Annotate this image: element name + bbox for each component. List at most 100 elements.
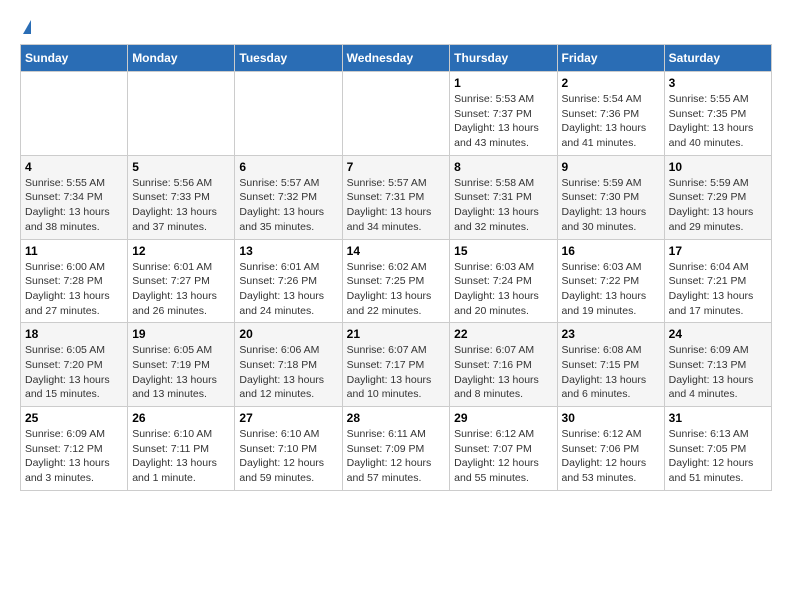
day-number: 4 <box>25 160 123 174</box>
day-number: 30 <box>562 411 660 425</box>
calendar-cell <box>342 72 450 156</box>
calendar-cell: 22 Sunrise: 6:07 AM Sunset: 7:16 PM Dayli… <box>450 323 557 407</box>
day-info: Sunrise: 6:03 AM Sunset: 7:24 PM Dayligh… <box>454 260 552 319</box>
calendar-cell: 2Sunrise: 5:54 AM Sunset: 7:36 PM Daylig… <box>557 72 664 156</box>
calendar-header-saturday: Saturday <box>664 45 771 72</box>
calendar-cell: 27 Sunrise: 6:10 AM Sunset: 7:10 PM Dayli… <box>235 407 342 491</box>
day-number: 16 <box>562 244 660 258</box>
calendar-cell: 16Sunrise: 6:03 AM Sunset: 7:22 PM Dayli… <box>557 239 664 323</box>
day-number: 17 <box>669 244 767 258</box>
day-number: 11 <box>25 244 123 258</box>
calendar-cell <box>21 72 128 156</box>
calendar-header-tuesday: Tuesday <box>235 45 342 72</box>
calendar-cell: 29 Sunrise: 6:12 AM Sunset: 7:07 PM Dayli… <box>450 407 557 491</box>
calendar-header-wednesday: Wednesday <box>342 45 450 72</box>
day-info: Sunrise: 6:01 AM Sunset: 7:27 PM Dayligh… <box>132 260 230 319</box>
day-number: 13 <box>239 244 337 258</box>
calendar-cell: 7 Sunrise: 5:57 AM Sunset: 7:31 PM Daylig… <box>342 155 450 239</box>
calendar-cell: 9Sunrise: 5:59 AM Sunset: 7:30 PM Daylig… <box>557 155 664 239</box>
page-header <box>20 20 772 34</box>
calendar-cell: 26Sunrise: 6:10 AM Sunset: 7:11 PM Dayli… <box>128 407 235 491</box>
calendar-cell: 31 Sunrise: 6:13 AM Sunset: 7:05 PM Dayli… <box>664 407 771 491</box>
calendar-header-row: SundayMondayTuesdayWednesdayThursdayFrid… <box>21 45 772 72</box>
day-info: Sunrise: 6:02 AM Sunset: 7:25 PM Dayligh… <box>347 260 446 319</box>
calendar-cell: 4Sunrise: 5:55 AM Sunset: 7:34 PM Daylig… <box>21 155 128 239</box>
calendar-cell: 19 Sunrise: 6:05 AM Sunset: 7:19 PM Dayli… <box>128 323 235 407</box>
day-info: Sunrise: 5:57 AM Sunset: 7:32 PM Dayligh… <box>239 176 337 235</box>
calendar-cell: 5 Sunrise: 5:56 AM Sunset: 7:33 PM Daylig… <box>128 155 235 239</box>
day-number: 12 <box>132 244 230 258</box>
day-number: 27 <box>239 411 337 425</box>
day-info: Sunrise: 6:05 AM Sunset: 7:20 PM Dayligh… <box>25 343 123 402</box>
calendar-header-sunday: Sunday <box>21 45 128 72</box>
day-number: 22 <box>454 327 552 341</box>
calendar-header-thursday: Thursday <box>450 45 557 72</box>
calendar-cell: 18 Sunrise: 6:05 AM Sunset: 7:20 PM Dayli… <box>21 323 128 407</box>
day-number: 10 <box>669 160 767 174</box>
day-number: 9 <box>562 160 660 174</box>
day-number: 21 <box>347 327 446 341</box>
day-info: Sunrise: 6:10 AM Sunset: 7:10 PM Dayligh… <box>239 427 337 486</box>
day-number: 31 <box>669 411 767 425</box>
calendar-cell: 13 Sunrise: 6:01 AM Sunset: 7:26 PM Dayli… <box>235 239 342 323</box>
calendar-cell: 28 Sunrise: 6:11 AM Sunset: 7:09 PM Dayli… <box>342 407 450 491</box>
day-number: 18 <box>25 327 123 341</box>
day-info: Sunrise: 6:12 AM Sunset: 7:07 PM Dayligh… <box>454 427 552 486</box>
day-info: Sunrise: 5:55 AM Sunset: 7:35 PM Dayligh… <box>669 92 767 151</box>
day-number: 15 <box>454 244 552 258</box>
calendar-header-monday: Monday <box>128 45 235 72</box>
day-info: Sunrise: 5:59 AM Sunset: 7:29 PM Dayligh… <box>669 176 767 235</box>
calendar-cell <box>128 72 235 156</box>
calendar-week-row: 4Sunrise: 5:55 AM Sunset: 7:34 PM Daylig… <box>21 155 772 239</box>
day-number: 7 <box>347 160 446 174</box>
day-number: 5 <box>132 160 230 174</box>
calendar-table: SundayMondayTuesdayWednesdayThursdayFrid… <box>20 44 772 491</box>
calendar-cell: 8 Sunrise: 5:58 AM Sunset: 7:31 PM Daylig… <box>450 155 557 239</box>
day-number: 28 <box>347 411 446 425</box>
day-number: 25 <box>25 411 123 425</box>
calendar-cell: 12 Sunrise: 6:01 AM Sunset: 7:27 PM Dayli… <box>128 239 235 323</box>
day-number: 14 <box>347 244 446 258</box>
calendar-cell: 23 Sunrise: 6:08 AM Sunset: 7:15 PM Dayli… <box>557 323 664 407</box>
day-number: 29 <box>454 411 552 425</box>
calendar-cell <box>235 72 342 156</box>
day-number: 20 <box>239 327 337 341</box>
day-number: 6 <box>239 160 337 174</box>
calendar-cell: 11Sunrise: 6:00 AM Sunset: 7:28 PM Dayli… <box>21 239 128 323</box>
calendar-cell: 21 Sunrise: 6:07 AM Sunset: 7:17 PM Dayli… <box>342 323 450 407</box>
day-info: Sunrise: 6:07 AM Sunset: 7:16 PM Dayligh… <box>454 343 552 402</box>
day-info: Sunrise: 6:12 AM Sunset: 7:06 PM Dayligh… <box>562 427 660 486</box>
day-info: Sunrise: 6:09 AM Sunset: 7:12 PM Dayligh… <box>25 427 123 486</box>
day-number: 2 <box>562 76 660 90</box>
day-info: Sunrise: 5:58 AM Sunset: 7:31 PM Dayligh… <box>454 176 552 235</box>
day-number: 8 <box>454 160 552 174</box>
day-number: 23 <box>562 327 660 341</box>
day-number: 1 <box>454 76 552 90</box>
day-info: Sunrise: 6:07 AM Sunset: 7:17 PM Dayligh… <box>347 343 446 402</box>
day-info: Sunrise: 6:05 AM Sunset: 7:19 PM Dayligh… <box>132 343 230 402</box>
day-info: Sunrise: 5:56 AM Sunset: 7:33 PM Dayligh… <box>132 176 230 235</box>
calendar-cell: 6 Sunrise: 5:57 AM Sunset: 7:32 PM Daylig… <box>235 155 342 239</box>
day-info: Sunrise: 6:08 AM Sunset: 7:15 PM Dayligh… <box>562 343 660 402</box>
calendar-cell: 25 Sunrise: 6:09 AM Sunset: 7:12 PM Dayli… <box>21 407 128 491</box>
calendar-cell: 24Sunrise: 6:09 AM Sunset: 7:13 PM Dayli… <box>664 323 771 407</box>
calendar-header-friday: Friday <box>557 45 664 72</box>
calendar-cell: 14 Sunrise: 6:02 AM Sunset: 7:25 PM Dayli… <box>342 239 450 323</box>
calendar-week-row: 25 Sunrise: 6:09 AM Sunset: 7:12 PM Dayli… <box>21 407 772 491</box>
day-info: Sunrise: 6:06 AM Sunset: 7:18 PM Dayligh… <box>239 343 337 402</box>
calendar-cell: 20 Sunrise: 6:06 AM Sunset: 7:18 PM Dayli… <box>235 323 342 407</box>
calendar-week-row: 1 Sunrise: 5:53 AM Sunset: 7:37 PM Daylig… <box>21 72 772 156</box>
calendar-week-row: 11Sunrise: 6:00 AM Sunset: 7:28 PM Dayli… <box>21 239 772 323</box>
day-info: Sunrise: 6:10 AM Sunset: 7:11 PM Dayligh… <box>132 427 230 486</box>
day-number: 3 <box>669 76 767 90</box>
day-number: 19 <box>132 327 230 341</box>
day-info: Sunrise: 6:13 AM Sunset: 7:05 PM Dayligh… <box>669 427 767 486</box>
day-number: 24 <box>669 327 767 341</box>
logo-triangle-icon <box>23 20 31 34</box>
calendar-cell: 1 Sunrise: 5:53 AM Sunset: 7:37 PM Daylig… <box>450 72 557 156</box>
calendar-cell: 17Sunrise: 6:04 AM Sunset: 7:21 PM Dayli… <box>664 239 771 323</box>
day-info: Sunrise: 5:57 AM Sunset: 7:31 PM Dayligh… <box>347 176 446 235</box>
day-info: Sunrise: 6:11 AM Sunset: 7:09 PM Dayligh… <box>347 427 446 486</box>
day-info: Sunrise: 5:53 AM Sunset: 7:37 PM Dayligh… <box>454 92 552 151</box>
day-info: Sunrise: 6:01 AM Sunset: 7:26 PM Dayligh… <box>239 260 337 319</box>
